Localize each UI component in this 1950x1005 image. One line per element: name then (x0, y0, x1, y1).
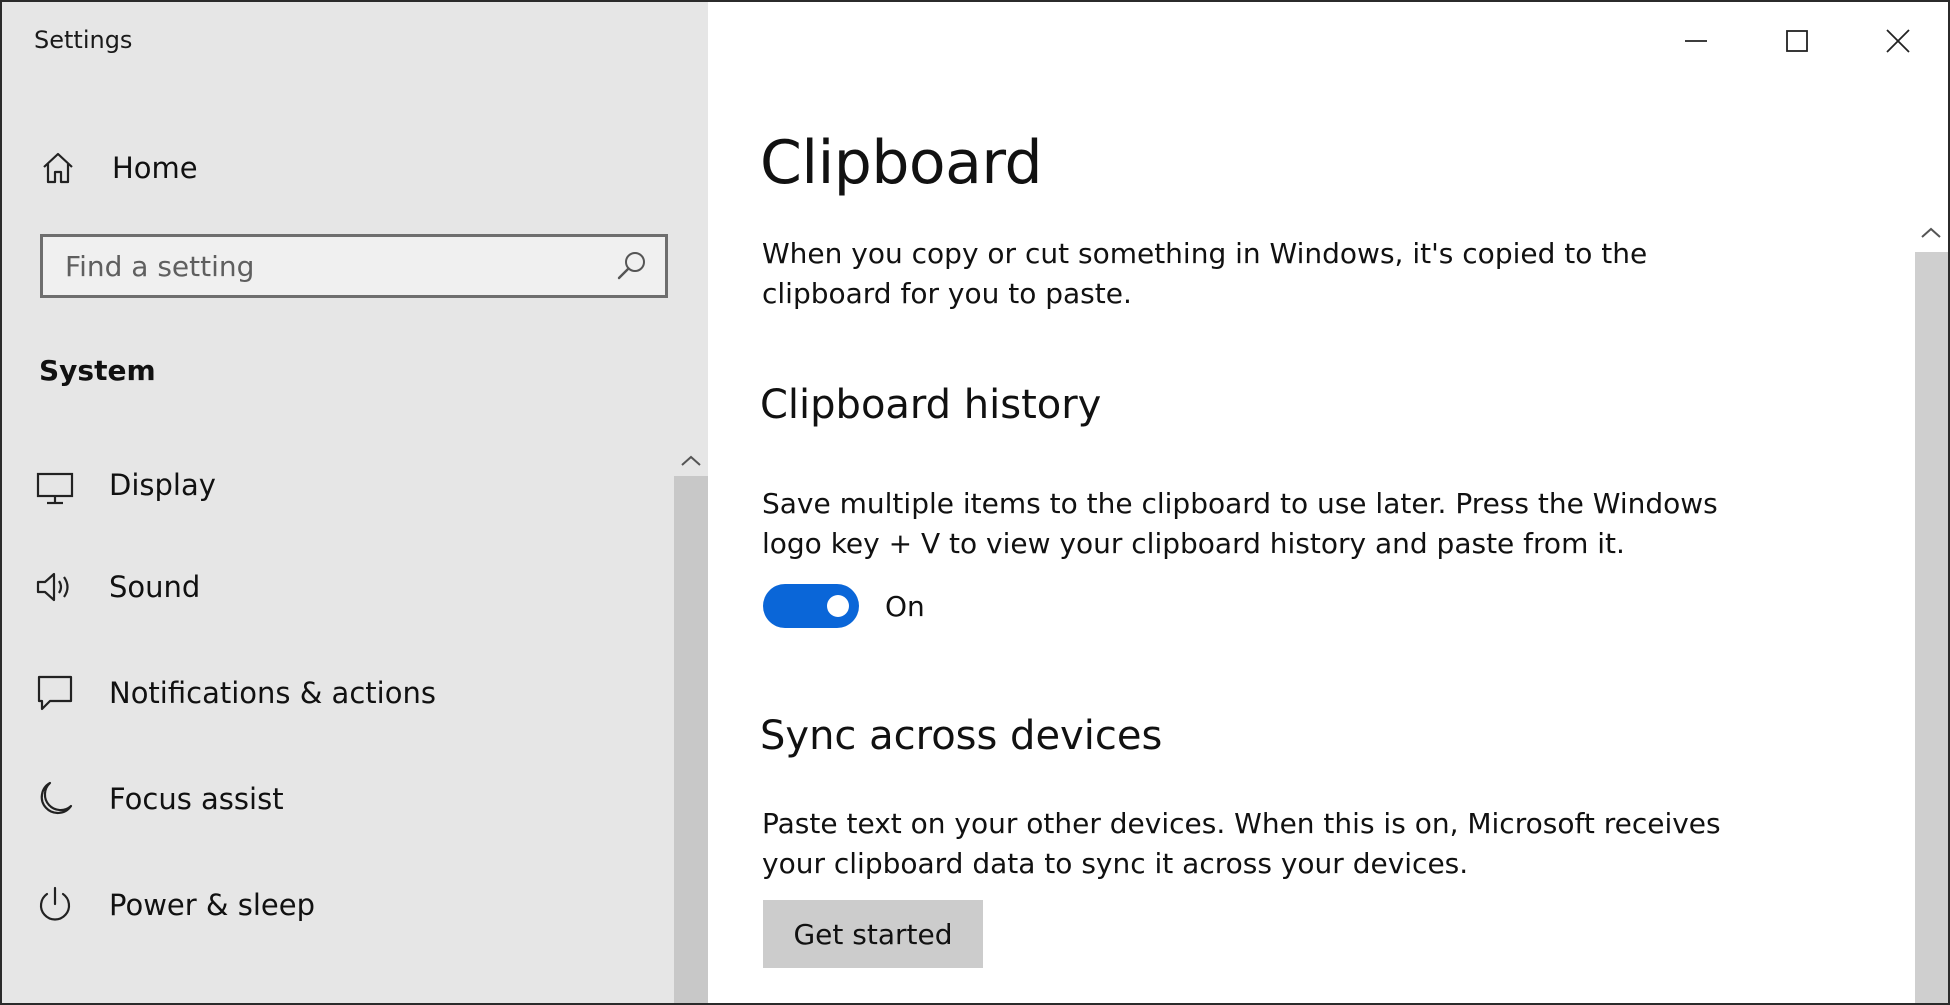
maximize-button[interactable] (1746, 2, 1847, 80)
search-icon[interactable] (615, 249, 649, 283)
nav-home-label: Home (112, 151, 198, 185)
minimize-button[interactable] (1645, 2, 1746, 80)
maximize-icon (1785, 30, 1808, 52)
window-controls (1645, 2, 1948, 80)
chevron-up-icon[interactable] (1917, 222, 1945, 244)
nav-item-notifications[interactable]: Notifications & actions (34, 640, 654, 746)
chevron-up-icon[interactable] (678, 450, 704, 472)
nav-item-label: Notifications & actions (109, 676, 436, 710)
nav-item-focus-assist[interactable]: Focus assist (34, 746, 654, 852)
display-icon (36, 472, 74, 505)
nav-item-label: Display (109, 468, 216, 502)
nav-item-power-sleep[interactable]: Power & sleep (34, 852, 654, 958)
toggle-knob (827, 595, 849, 617)
clipboard-history-heading: Clipboard history (760, 382, 1102, 428)
sync-heading: Sync across devices (760, 713, 1163, 759)
page-title: Clipboard (760, 128, 1043, 198)
close-icon (1885, 29, 1910, 53)
content-scrollbar[interactable] (1915, 252, 1948, 1003)
power-icon (39, 886, 71, 921)
close-button[interactable] (1847, 2, 1948, 80)
navigation-pane: Settings Home System (2, 2, 708, 1003)
app-title: Settings (34, 26, 133, 54)
nav-item-label: Power & sleep (109, 888, 315, 922)
minimize-icon (1684, 40, 1707, 42)
get-started-button[interactable]: Get started (763, 900, 983, 968)
nav-home[interactable]: Home (40, 142, 660, 194)
nav-item-label: Sound (109, 570, 201, 604)
search-input[interactable] (43, 236, 615, 296)
search-box[interactable] (40, 234, 668, 298)
clipboard-history-toggle-row: On (763, 584, 925, 628)
message-icon (37, 675, 73, 711)
moon-icon (40, 781, 73, 815)
nav-item-display[interactable]: Display (34, 468, 654, 534)
settings-window: Settings Home System (0, 0, 1950, 1005)
sync-description: Paste text on your other devices. When t… (762, 807, 1721, 880)
clipboard-history-description: Save multiple items to the clipboard to … (762, 487, 1718, 560)
home-icon (43, 152, 73, 184)
nav-item-sound[interactable]: Sound (34, 534, 654, 640)
content-pane: Clipboard When you copy or cut something… (708, 2, 1948, 1003)
toggle-state-label: On (885, 589, 925, 623)
section-heading: System (39, 354, 156, 387)
nav-item-label: Focus assist (109, 782, 284, 816)
intro-text: When you copy or cut something in Window… (762, 237, 1648, 310)
nav-scrollbar[interactable] (674, 476, 708, 1003)
clipboard-history-toggle[interactable] (763, 584, 859, 628)
speaker-icon (36, 572, 69, 602)
nav-list: Display Sound Notifications & actions Fo… (34, 468, 654, 958)
